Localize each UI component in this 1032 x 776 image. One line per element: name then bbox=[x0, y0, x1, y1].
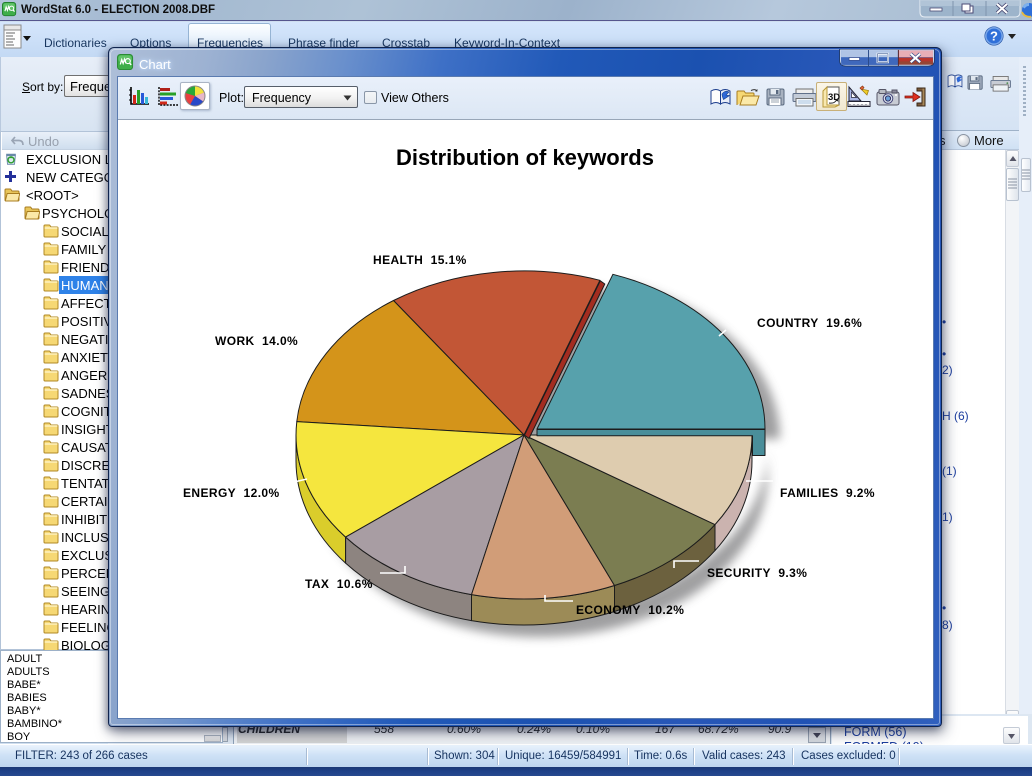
svg-text:Distribution of keywords: Distribution of keywords bbox=[396, 145, 654, 170]
svg-text:COUNTRY 19.6%: COUNTRY 19.6% bbox=[757, 316, 862, 330]
svg-text:SECURITY 9.3%: SECURITY 9.3% bbox=[707, 566, 807, 580]
svg-text:HEALTH 15.1%: HEALTH 15.1% bbox=[373, 253, 467, 267]
svg-text:TAX 10.6%: TAX 10.6% bbox=[305, 577, 373, 591]
svg-text:ECONOMY 10.2%: ECONOMY 10.2% bbox=[576, 603, 684, 617]
svg-text:FAMILIES 9.2%: FAMILIES 9.2% bbox=[780, 486, 875, 500]
svg-text:ENERGY 12.0%: ENERGY 12.0% bbox=[183, 486, 280, 500]
svg-text:WORK 14.0%: WORK 14.0% bbox=[215, 334, 298, 348]
svg-text:?: ? bbox=[990, 29, 998, 44]
